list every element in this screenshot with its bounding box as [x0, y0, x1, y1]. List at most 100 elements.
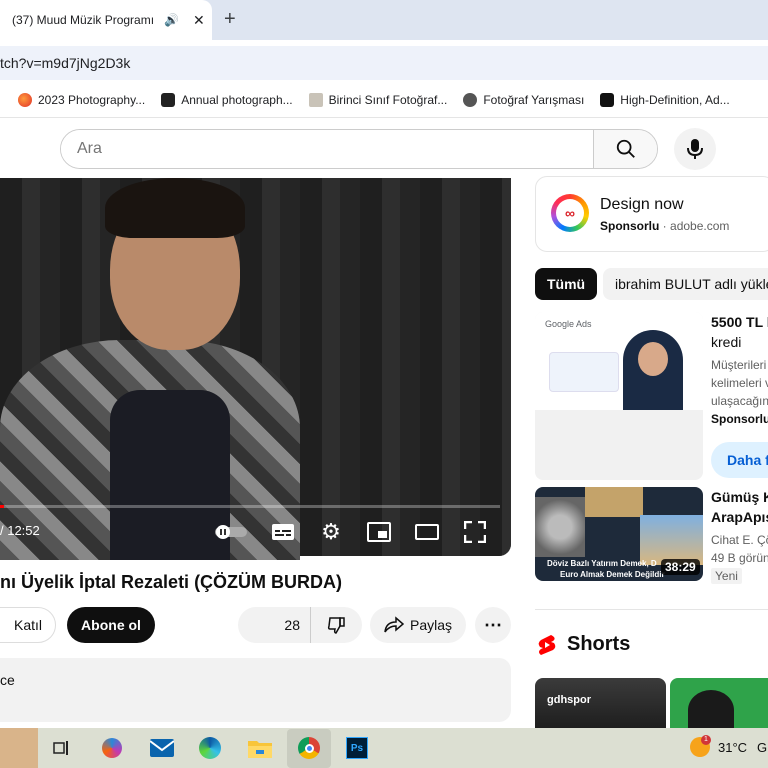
sidebar-thumbnail[interactable]: Döviz Bazlı Yatırım Demek, D Euro Almak …	[535, 487, 703, 581]
sidebar-item-title[interactable]: Gümüş K	[711, 487, 768, 507]
sidebar-item-title[interactable]: 5500 TL l	[711, 312, 768, 332]
bookmark-item[interactable]: High-Definition, Ad...	[600, 92, 730, 107]
ad-cta-button[interactable]: Daha f	[711, 442, 768, 478]
chrome-icon[interactable]	[297, 736, 321, 760]
thumb-overlay-text: Euro Almak Demek Değildir	[560, 570, 665, 579]
chip-all[interactable]: Tümü	[535, 268, 598, 300]
sidebar-item-title-line2: ArapApış	[711, 509, 768, 525]
file-explorer-icon[interactable]	[248, 736, 272, 760]
close-icon[interactable]: ✕	[193, 12, 205, 29]
like-button[interactable]: 28	[238, 607, 310, 643]
duration-badge: 38:29	[661, 559, 700, 575]
bookmark-label: Annual photograph...	[181, 92, 293, 107]
adobe-creative-cloud-icon: ∞	[551, 194, 589, 232]
autoplay-toggle[interactable]	[214, 520, 248, 544]
browser-tab[interactable]: (37) Muud Müzik Programı 🔊 ✕	[0, 0, 212, 40]
miniplayer-icon[interactable]	[367, 520, 391, 544]
url-text: tch?v=m9d7jNg2D3k	[0, 55, 131, 71]
subtitles-icon[interactable]	[271, 520, 295, 544]
new-badge: Yeni	[711, 568, 742, 584]
bookmarks-bar: 2023 Photography... Annual photograph...…	[0, 82, 768, 118]
description-text: ce	[0, 672, 15, 688]
ad-woman-face	[638, 342, 668, 376]
description-box[interactable]: ce	[0, 658, 511, 722]
join-label: Katıl	[13, 617, 42, 633]
oil-rig-image	[640, 515, 703, 565]
task-view-icon[interactable]	[50, 736, 74, 760]
ad-mock-screen	[549, 352, 619, 392]
video-time: / 12:52	[0, 523, 40, 538]
bookmark-label: Fotoğraf Yarışması	[483, 92, 585, 107]
ad-meta: Sponsorlu · adobe.com	[600, 219, 730, 233]
bookmark-label: High-Definition, Ad...	[620, 92, 730, 107]
short-person	[688, 690, 734, 728]
photoshop-icon[interactable]: Ps	[345, 736, 369, 760]
ad-domain: adobe.com	[670, 219, 730, 233]
camera-icon	[308, 92, 323, 107]
microphone-icon	[687, 139, 703, 159]
ad-sponsor: Sponsorlu	[600, 219, 660, 233]
weather-badge: 1	[701, 735, 711, 745]
sidebar-item-sponsor: Sponsorlu	[711, 412, 768, 426]
search-input[interactable]	[61, 130, 593, 168]
photograph-award-icon	[161, 92, 176, 107]
subscribe-label: Abone ol	[81, 617, 141, 633]
edge-icon[interactable]	[198, 736, 222, 760]
video-person-hair	[105, 178, 245, 238]
taskbar-thumbnail[interactable]	[0, 728, 38, 768]
shorts-heading: Shorts	[567, 633, 631, 655]
video-progress-bar[interactable]	[0, 505, 500, 508]
globe-icon	[463, 92, 478, 107]
bookmark-label: Birinci Sınıf Fotoğraf...	[328, 92, 448, 107]
mail-icon[interactable]	[150, 736, 174, 760]
short-thumbnail[interactable]	[670, 678, 768, 728]
shorts-icon	[537, 634, 557, 661]
gold-image	[585, 487, 643, 517]
theater-mode-icon[interactable]	[415, 520, 439, 544]
google-ads-label: Google Ads	[545, 319, 592, 329]
sidebar-item-title-line2: kredi	[711, 334, 742, 350]
subscribe-button[interactable]: Abone ol	[67, 607, 155, 643]
stock-site-icon	[600, 92, 615, 107]
new-tab-icon[interactable]: +	[224, 8, 236, 31]
thumbs-down-icon	[327, 617, 345, 634]
ad-cta-label: Daha f	[727, 452, 768, 468]
share-label: Paylaş	[409, 617, 453, 633]
voice-search-button[interactable]	[674, 128, 716, 170]
like-count: 28	[284, 617, 300, 633]
search-icon	[616, 139, 635, 158]
sidebar-thumbnail[interactable]: Google Ads	[535, 312, 703, 480]
short-brand-label: gdhspor	[547, 694, 591, 706]
bookmark-item[interactable]: Annual photograph...	[161, 92, 293, 107]
photography-icon	[18, 92, 32, 107]
sidebar-item-views: 49 B görün	[711, 551, 768, 565]
tab-title: (37) Muud Müzik Programı	[12, 13, 154, 27]
temperature-text: 31°C	[718, 740, 748, 755]
settings-gear-icon[interactable]: ⚙	[319, 519, 343, 544]
thumb-overlay-text: Döviz Bazlı Yatırım Demek, D	[547, 559, 657, 568]
address-bar[interactable]: tch?v=m9d7jNg2D3k	[0, 46, 768, 80]
coins-image	[535, 497, 585, 557]
bookmark-item[interactable]: Fotoğraf Yarışması	[463, 92, 585, 107]
bookmark-item[interactable]: 2023 Photography...	[18, 92, 146, 107]
chip-uploader[interactable]: ibrahim BULUT adlı yükle	[603, 268, 768, 300]
search-box	[60, 129, 658, 169]
more-actions-button[interactable]: ⋯	[475, 607, 511, 643]
sidebar-item-channel: Cihat E. Çö	[711, 533, 768, 547]
dislike-button[interactable]	[310, 607, 362, 643]
fullscreen-icon[interactable]	[463, 520, 487, 544]
search-button[interactable]	[593, 130, 657, 168]
copilot-icon[interactable]	[100, 736, 124, 760]
video-progress-fill	[0, 505, 4, 508]
speaker-icon[interactable]: 🔊	[164, 13, 179, 27]
browser-tabbar: (37) Muud Müzik Programı 🔊 ✕ +	[0, 0, 768, 40]
short-thumbnail[interactable]: gdhspor	[535, 678, 666, 728]
bookmark-item[interactable]: Birinci Sınıf Fotoğraf...	[308, 92, 448, 107]
join-button[interactable]: Katıl	[0, 607, 56, 643]
bookmark-label: 2023 Photography...	[38, 92, 146, 107]
video-person-shirt	[110, 390, 230, 560]
share-icon	[384, 616, 404, 633]
share-button[interactable]: Paylaş	[370, 607, 466, 643]
sidebar-item-meta: kelimeleri v	[711, 376, 768, 390]
sidebar-item-meta: ulaşacağın	[711, 394, 768, 408]
